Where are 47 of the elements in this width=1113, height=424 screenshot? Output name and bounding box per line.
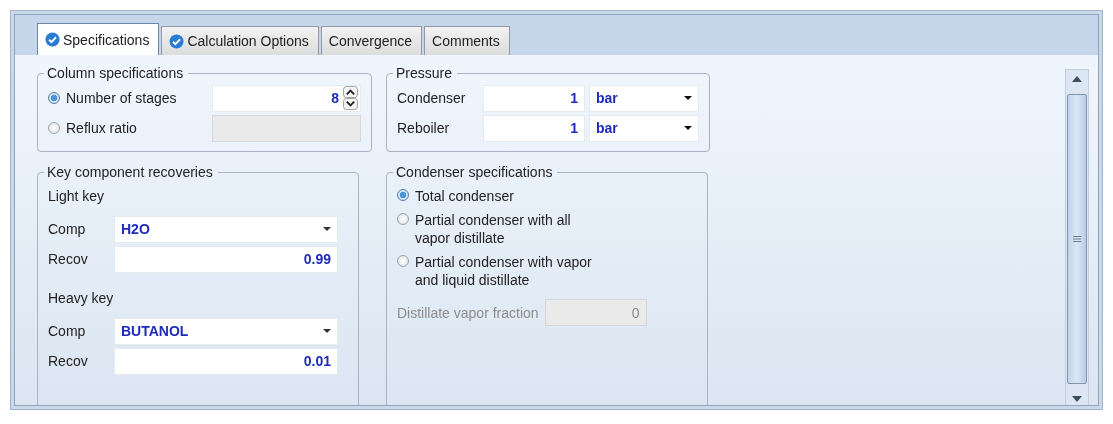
caret-icon [323, 227, 331, 231]
input-field[interactable]: 8 [212, 84, 361, 112]
field-label: Comp [48, 323, 87, 339]
tab[interactable]: Calculation Options [161, 26, 319, 55]
field-label: Distillate vapor fraction [397, 304, 539, 321]
radio-button[interactable] [397, 255, 409, 267]
field-label: Recov [48, 251, 89, 267]
scroll-up-icon[interactable] [1072, 76, 1082, 82]
option-label: Partial condenser with all vapor distillate [415, 211, 571, 247]
input-field[interactable]: 0.99 [114, 245, 338, 273]
check-icon [45, 32, 60, 47]
radio-button[interactable] [397, 189, 409, 201]
group-title: Key component recoveries [46, 164, 214, 180]
radio-button[interactable] [397, 213, 409, 225]
grip-icon [1073, 236, 1081, 242]
spinner-icon[interactable] [343, 86, 358, 110]
field-label: Comp [48, 221, 87, 237]
caret-icon [684, 126, 692, 130]
option-label: Number of stages [66, 90, 177, 106]
option-label: Partial condenser with vapor and liquid distillate [415, 253, 592, 289]
dropdown[interactable]: BUTANOL [114, 317, 338, 345]
scroll-thumb[interactable] [1067, 94, 1087, 384]
group-title: Condenser specifications [395, 164, 554, 180]
field-label: Reboiler [397, 120, 451, 136]
option-label: Reflux ratio [66, 120, 137, 136]
field-label: Recov [48, 353, 89, 369]
caret-icon [323, 329, 331, 333]
input-field[interactable]: 1 [483, 114, 585, 142]
key-heading: Heavy key [48, 290, 115, 306]
key-heading: Light key [48, 188, 106, 204]
check-icon [169, 33, 185, 49]
tab[interactable]: Specifications [37, 23, 160, 55]
tab[interactable]: Convergence [320, 26, 423, 55]
group-title: Column specifications [46, 65, 185, 81]
tab[interactable]: Comments [424, 26, 510, 55]
caret-icon [684, 96, 692, 100]
input-field[interactable]: 1 [483, 84, 585, 112]
group-title: Pressure [395, 65, 454, 81]
dropdown[interactable]: H2O [114, 215, 338, 243]
unit-dropdown[interactable]: bar [589, 84, 699, 112]
input-field[interactable]: 0.01 [114, 347, 338, 375]
scroll-down-icon[interactable] [1072, 396, 1082, 402]
option-label: Total condenser [415, 187, 514, 205]
radio-button[interactable] [48, 92, 60, 104]
scrollbar[interactable] [1065, 69, 1089, 405]
field-label: Condenser [397, 90, 467, 106]
unit-dropdown[interactable]: bar [589, 114, 699, 142]
